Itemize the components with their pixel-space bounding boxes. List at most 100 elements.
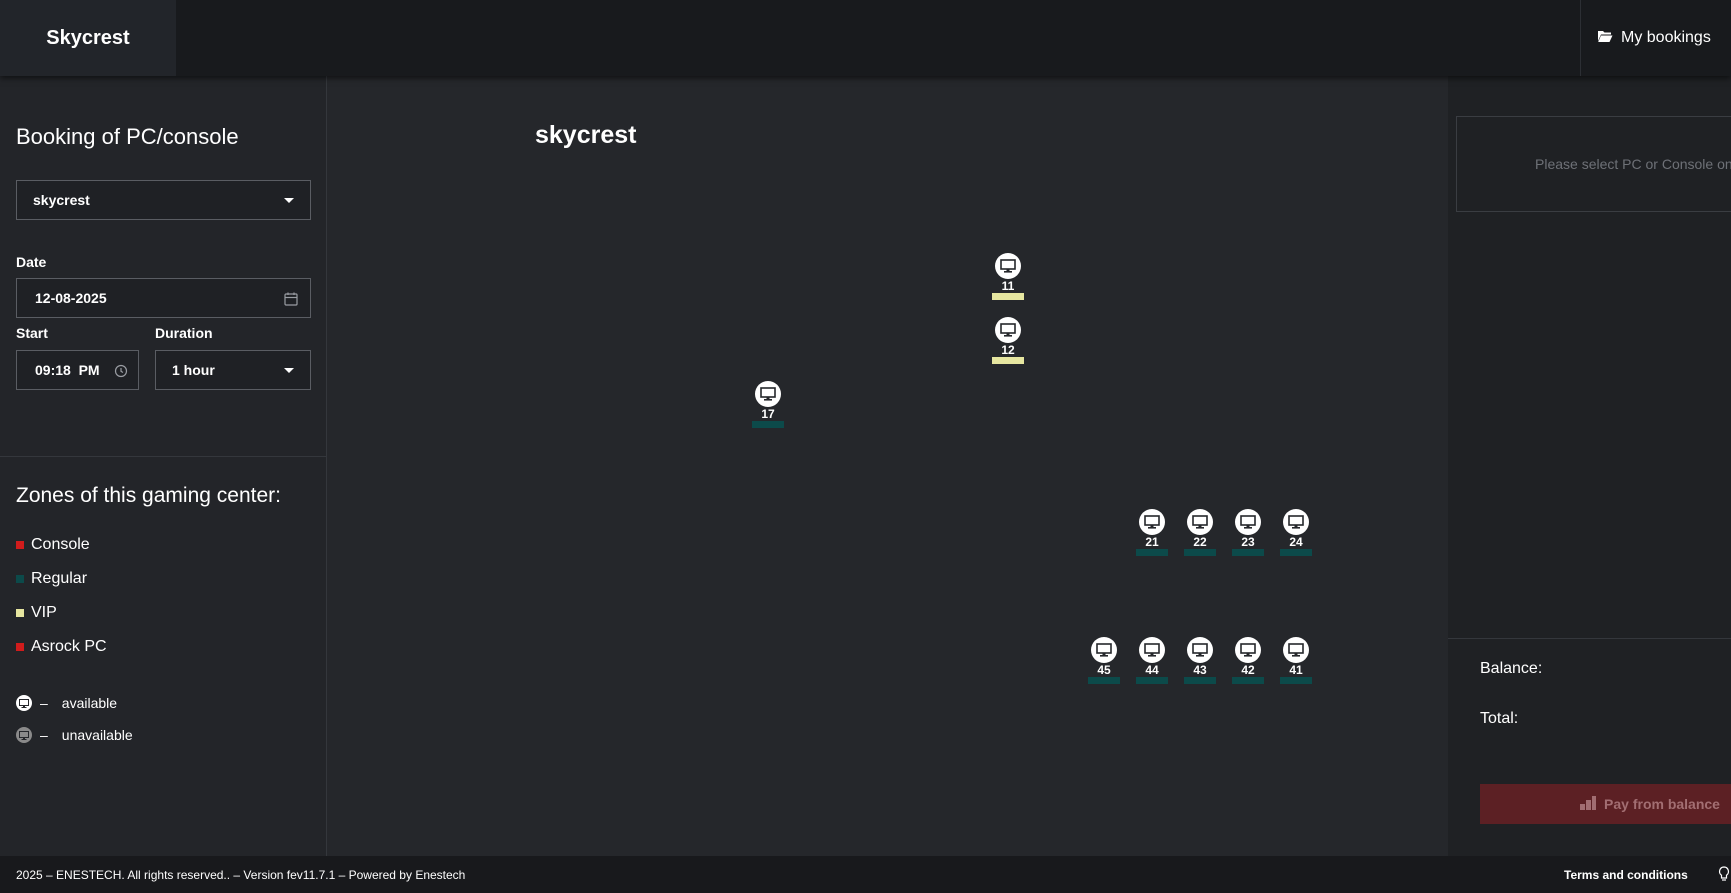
pc-number: 41 xyxy=(1289,663,1303,677)
floor-map: skycrest 11 12 17 21 22 23 24 45 44 43 4… xyxy=(328,76,1448,856)
date-label: Date xyxy=(16,254,47,270)
copyright-text: 2025 – ENESTECH. All rights reserved.. –… xyxy=(16,868,466,882)
legend-dash: – xyxy=(40,695,48,711)
calendar-icon[interactable] xyxy=(284,292,298,309)
balance-label: Balance: xyxy=(1480,660,1543,677)
club-select-value: skycrest xyxy=(33,192,90,208)
start-label: Start xyxy=(16,325,48,341)
legend-unavailable: – unavailable xyxy=(16,727,133,743)
duration-label: Duration xyxy=(155,325,213,341)
zone-label: Asrock PC xyxy=(31,638,107,655)
zone-swatch xyxy=(16,575,24,583)
monitor-icon xyxy=(995,317,1021,343)
pc-seat-17[interactable]: 17 xyxy=(751,381,785,428)
pc-number: 17 xyxy=(761,407,775,421)
pc-seat-21[interactable]: 21 xyxy=(1135,509,1169,556)
start-time-input[interactable]: 09:18 PM xyxy=(16,350,139,390)
folder-open-icon xyxy=(1597,29,1613,48)
my-bookings-label: My bookings xyxy=(1621,29,1711,46)
pc-number: 23 xyxy=(1241,535,1255,549)
monitor-icon xyxy=(755,381,781,407)
date-value: 12-08-2025 xyxy=(35,290,107,306)
monitor-icon xyxy=(1235,509,1261,535)
pc-seat-42[interactable]: 42 xyxy=(1231,637,1265,684)
monitor-icon xyxy=(16,727,32,743)
monitor-icon xyxy=(1091,637,1117,663)
zone-bar xyxy=(1232,677,1264,684)
zone-bar xyxy=(1184,549,1216,556)
monitor-icon xyxy=(1283,509,1309,535)
duration-value: 1 hour xyxy=(172,362,215,378)
zone-bar xyxy=(1136,549,1168,556)
pc-seat-45[interactable]: 45 xyxy=(1087,637,1121,684)
pc-seat-41[interactable]: 41 xyxy=(1279,637,1313,684)
brand-logo[interactable]: Skycrest xyxy=(0,0,176,76)
clock-icon[interactable] xyxy=(114,364,128,381)
monitor-icon xyxy=(1139,509,1165,535)
pc-number: 42 xyxy=(1241,663,1255,677)
selection-placeholder: Please select PC or Console on t xyxy=(1456,116,1731,212)
pc-number: 11 xyxy=(1001,279,1015,293)
club-select[interactable]: skycrest xyxy=(16,180,311,220)
pc-number: 22 xyxy=(1193,535,1207,549)
pc-number: 12 xyxy=(1001,343,1015,357)
map-title: skycrest xyxy=(535,121,637,149)
zone-bar xyxy=(1184,677,1216,684)
date-input[interactable]: 12-08-2025 xyxy=(16,278,311,318)
zone-bar xyxy=(992,293,1024,300)
zone-bar xyxy=(1232,549,1264,556)
zone-bar xyxy=(1280,677,1312,684)
coins-icon xyxy=(1580,795,1597,813)
legend-text: available xyxy=(61,695,118,711)
pay-button-label: Pay from balance xyxy=(1604,796,1720,812)
pc-seat-22[interactable]: 22 xyxy=(1183,509,1217,556)
chevron-down-icon xyxy=(284,198,294,203)
pc-seat-12[interactable]: 12 xyxy=(991,317,1025,364)
total-label: Total: xyxy=(1480,710,1519,727)
zone-label: VIP xyxy=(31,604,57,621)
pc-seat-24[interactable]: 24 xyxy=(1279,509,1313,556)
duration-select[interactable]: 1 hour xyxy=(155,350,311,390)
monitor-icon xyxy=(1283,637,1309,663)
zone-bar xyxy=(992,357,1024,364)
zone-swatch xyxy=(16,643,24,651)
pc-seat-44[interactable]: 44 xyxy=(1135,637,1169,684)
chevron-down-icon xyxy=(284,368,294,373)
terms-link[interactable]: Terms and conditions xyxy=(1564,868,1688,882)
zones-title: Zones of this gaming center: xyxy=(16,484,281,507)
legend-dash: – xyxy=(40,727,48,743)
pc-seat-23[interactable]: 23 xyxy=(1231,509,1265,556)
monitor-icon xyxy=(1187,509,1213,535)
panel-divider xyxy=(1448,638,1731,639)
pc-seat-11[interactable]: 11 xyxy=(991,253,1025,300)
zone-bar xyxy=(1280,549,1312,556)
zone-label: Regular xyxy=(31,570,88,587)
legend-available: – available xyxy=(16,695,117,711)
pc-number: 44 xyxy=(1145,663,1159,677)
start-time-value: 09:18 PM xyxy=(35,362,100,378)
monitor-icon xyxy=(1139,637,1165,663)
legend-text: unavailable xyxy=(61,727,133,743)
zone-item-regular: Regular xyxy=(16,570,87,588)
booking-summary-panel: Please select PC or Console on t Balance… xyxy=(1448,76,1731,856)
my-bookings-button[interactable]: My bookings xyxy=(1580,0,1731,76)
zone-item-asrock-pc: Asrock PC xyxy=(16,638,107,656)
zone-bar xyxy=(752,421,784,428)
footer: 2025 – ENESTECH. All rights reserved.. –… xyxy=(0,856,1731,893)
zone-item-console: Console xyxy=(16,536,90,554)
pc-seat-43[interactable]: 43 xyxy=(1183,637,1217,684)
pc-number: 24 xyxy=(1289,535,1303,549)
pc-number: 43 xyxy=(1193,663,1207,677)
placeholder-text: Please select PC or Console on t xyxy=(1535,156,1731,172)
pay-from-balance-button[interactable]: Pay from balance xyxy=(1480,784,1731,824)
booking-title: Booking of PC/console xyxy=(16,124,239,149)
booking-sidebar: Booking of PC/console skycrest Date 12-0… xyxy=(0,76,327,856)
sidebar-divider xyxy=(0,456,327,457)
lightbulb-icon[interactable] xyxy=(1718,866,1730,885)
zone-bar xyxy=(1136,677,1168,684)
zone-item-vip: VIP xyxy=(16,604,57,622)
pc-number: 21 xyxy=(1145,535,1159,549)
zone-label: Console xyxy=(31,536,90,553)
monitor-icon xyxy=(1187,637,1213,663)
zone-swatch xyxy=(16,541,24,549)
